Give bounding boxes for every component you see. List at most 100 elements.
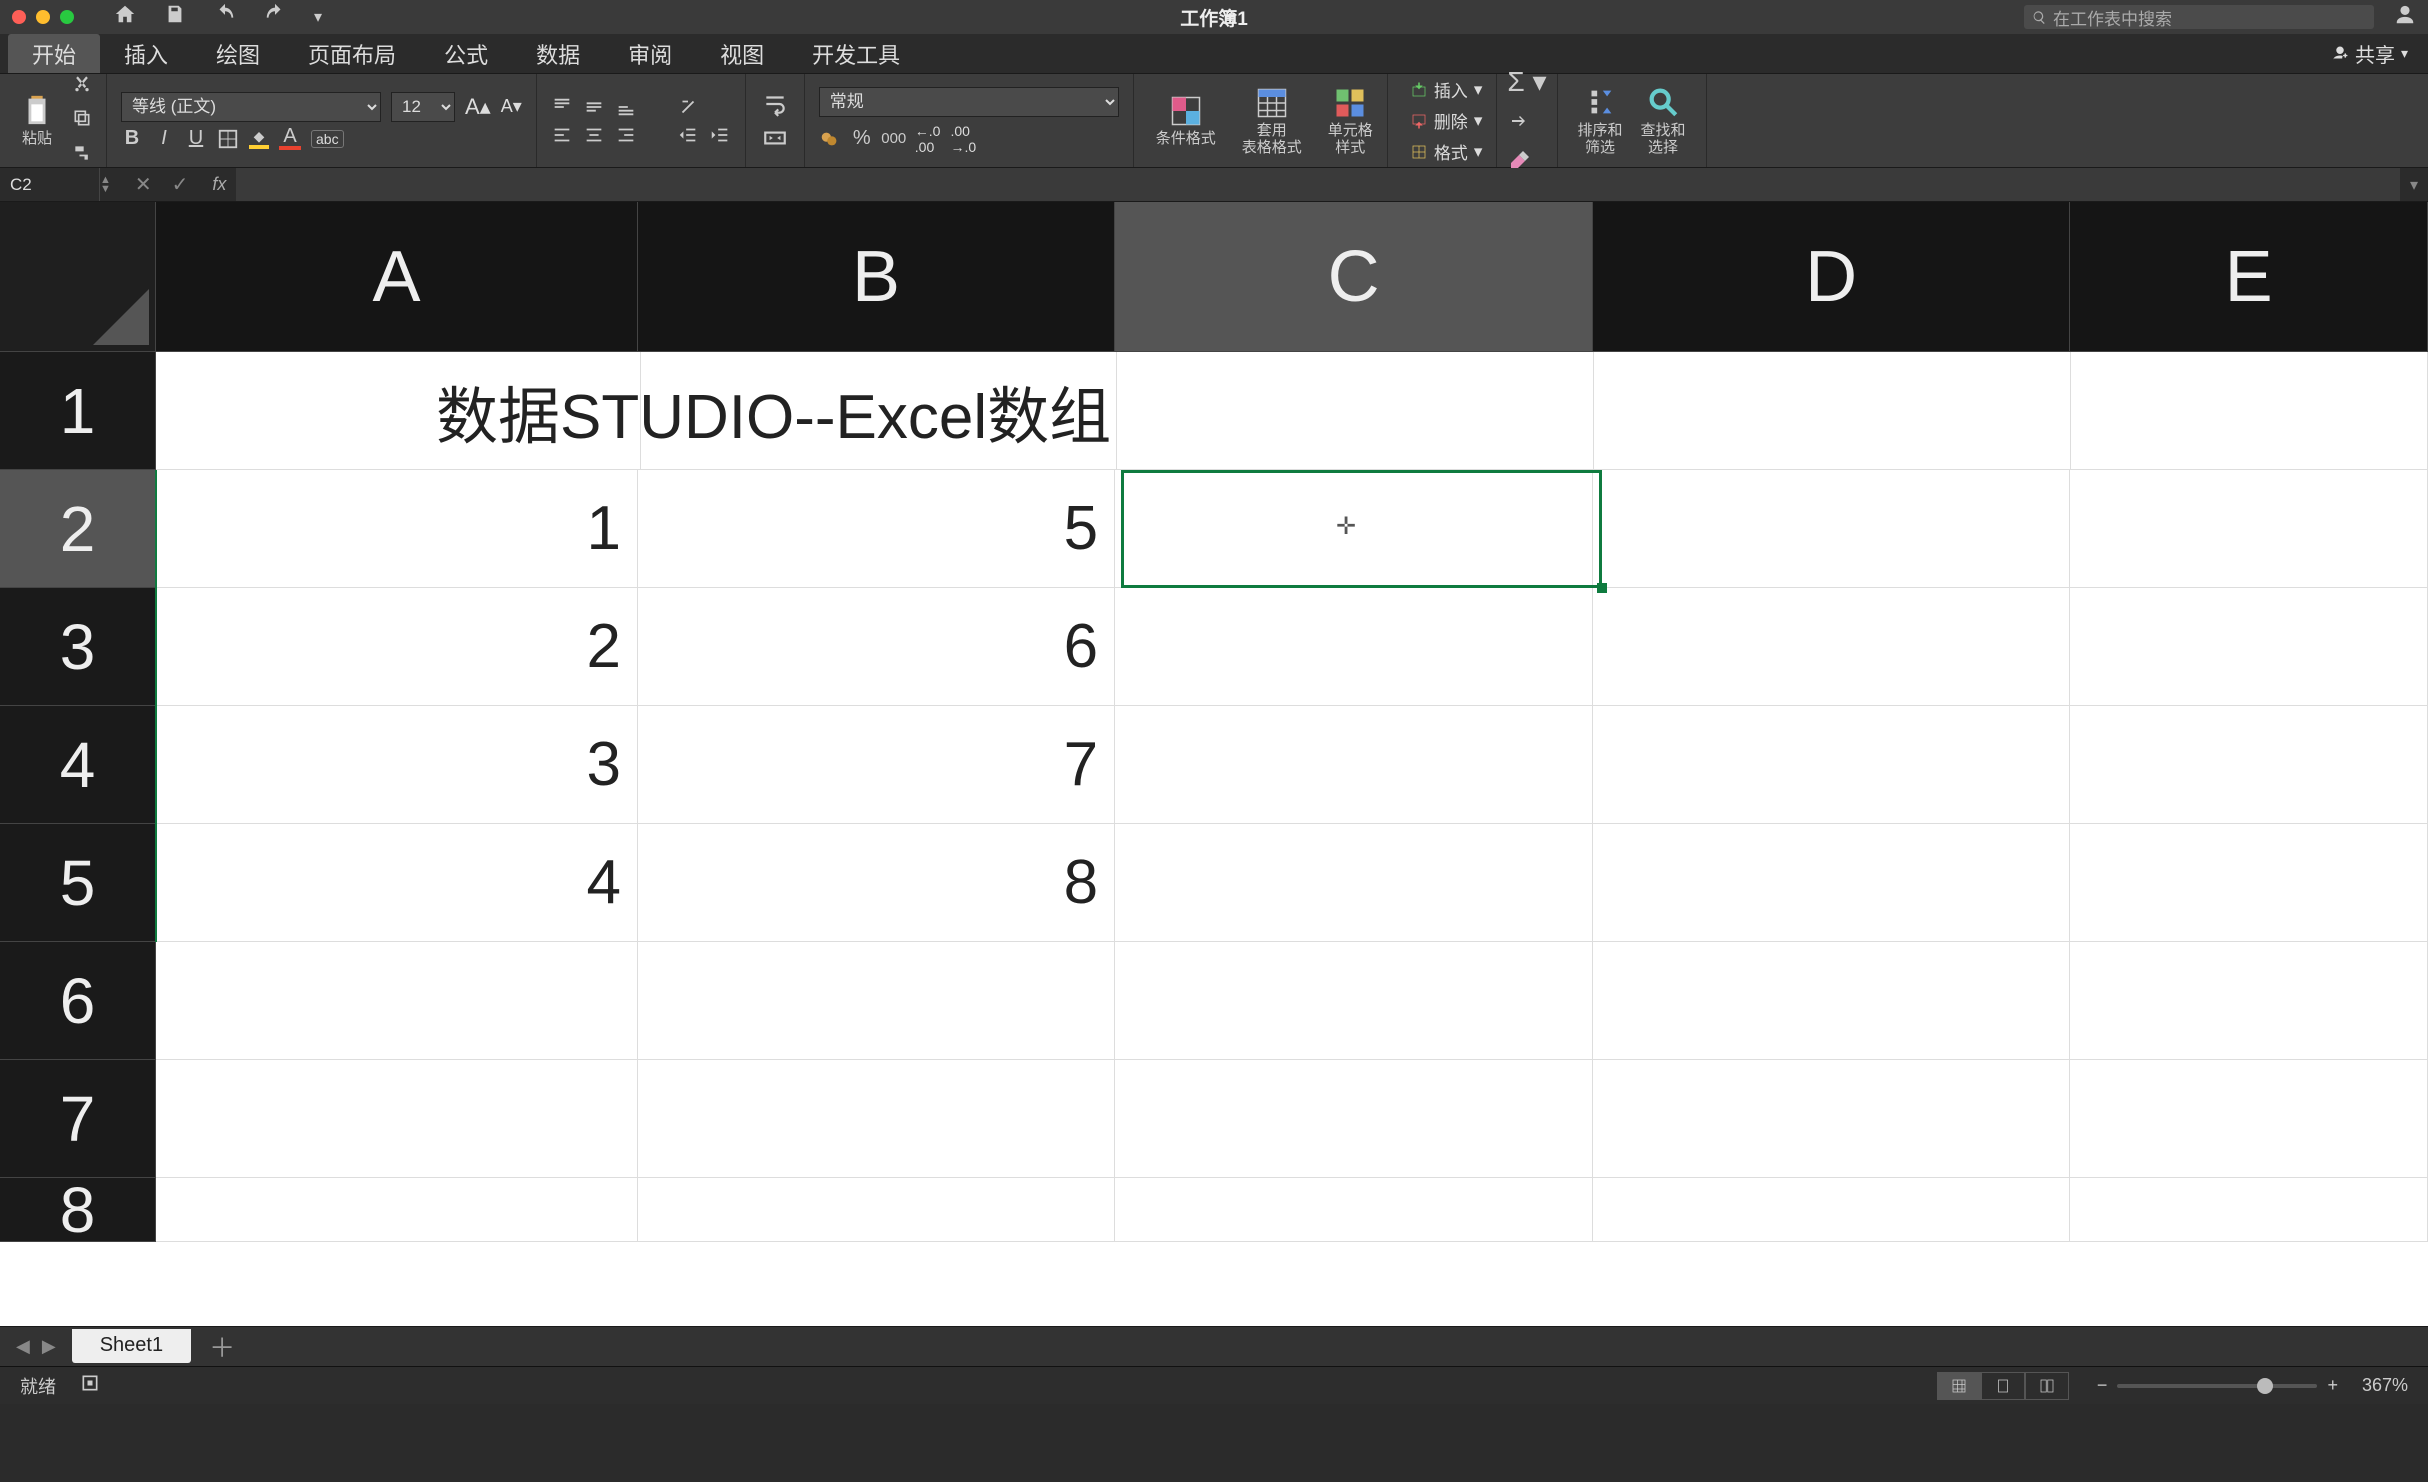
- align-right-icon[interactable]: [615, 124, 637, 146]
- orientation-button[interactable]: [677, 96, 699, 118]
- percent-format-icon[interactable]: %: [851, 128, 873, 150]
- tab-data[interactable]: 数据: [512, 34, 604, 73]
- cell-E6[interactable]: [2070, 942, 2428, 1060]
- cell-C7[interactable]: [1115, 1060, 1593, 1178]
- formula-input[interactable]: [236, 168, 2400, 201]
- row-header-5[interactable]: 5: [0, 824, 156, 942]
- align-center-icon[interactable]: [583, 124, 605, 146]
- increase-indent-icon[interactable]: [709, 124, 731, 146]
- column-header-C[interactable]: C: [1115, 202, 1593, 352]
- row-header-2[interactable]: 2: [0, 470, 156, 588]
- font-name-select[interactable]: 等线 (正文): [121, 92, 381, 122]
- cell-C1[interactable]: [1117, 352, 1594, 470]
- phonetic-guide-button[interactable]: abc: [311, 130, 344, 148]
- row-header-3[interactable]: 3: [0, 588, 156, 706]
- cell-C6[interactable]: [1115, 942, 1593, 1060]
- cut-icon[interactable]: [72, 73, 92, 98]
- cell-D8[interactable]: [1593, 1178, 2070, 1242]
- cell-E3[interactable]: [2070, 588, 2428, 706]
- close-window-button[interactable]: [12, 10, 26, 24]
- wrap-text-button[interactable]: [760, 90, 790, 118]
- cell-B4[interactable]: 7: [638, 706, 1115, 824]
- view-normal-button[interactable]: [1937, 1372, 1981, 1400]
- cell-B2[interactable]: 5: [638, 470, 1115, 588]
- save-icon[interactable]: [164, 3, 186, 31]
- cell-A3[interactable]: 2: [156, 588, 638, 706]
- view-page-layout-button[interactable]: [1981, 1372, 2025, 1400]
- fill-color-button[interactable]: [249, 128, 269, 149]
- paste-button[interactable]: 粘贴: [14, 93, 60, 148]
- align-middle-icon[interactable]: [583, 96, 605, 118]
- add-sheet-button[interactable]: ＋: [191, 1328, 253, 1365]
- cell-E1[interactable]: [2071, 352, 2428, 470]
- qat-dropdown-icon[interactable]: ▾: [314, 7, 322, 27]
- maximize-window-button[interactable]: [60, 10, 74, 24]
- underline-button[interactable]: U: [185, 128, 207, 150]
- tab-draw[interactable]: 绘图: [192, 34, 284, 73]
- cell-C4[interactable]: [1115, 706, 1593, 824]
- cancel-formula-icon[interactable]: ✕: [135, 172, 152, 197]
- format-as-table-button[interactable]: 套用 表格格式: [1242, 85, 1302, 156]
- conditional-formatting-button[interactable]: 条件格式: [1156, 93, 1216, 148]
- cell-B6[interactable]: [638, 942, 1115, 1060]
- fill-handle[interactable]: [1597, 583, 1607, 593]
- autosum-button[interactable]: Σ ▾: [1507, 65, 1546, 98]
- column-header-D[interactable]: D: [1593, 202, 2070, 352]
- column-header-B[interactable]: B: [638, 202, 1115, 352]
- cell-E7[interactable]: [2070, 1060, 2428, 1178]
- account-icon[interactable]: [2394, 4, 2416, 31]
- copy-icon[interactable]: [72, 108, 92, 133]
- cell-D7[interactable]: [1593, 1060, 2070, 1178]
- home-icon[interactable]: [114, 3, 136, 31]
- cell-D3[interactable]: [1593, 588, 2070, 706]
- cell-B8[interactable]: [638, 1178, 1115, 1242]
- cell-B3[interactable]: 6: [638, 588, 1115, 706]
- tab-page-layout[interactable]: 页面布局: [284, 34, 420, 73]
- zoom-slider[interactable]: [2117, 1384, 2317, 1388]
- cell-A8[interactable]: [156, 1178, 638, 1242]
- column-header-A[interactable]: A: [156, 202, 638, 352]
- font-color-button[interactable]: A: [279, 128, 301, 150]
- cell-D4[interactable]: [1593, 706, 2070, 824]
- sheet-nav-next-icon[interactable]: ▶: [42, 1336, 56, 1357]
- format-cells-button[interactable]: 格式 ▾: [1410, 139, 1483, 164]
- tab-view[interactable]: 视图: [696, 34, 788, 73]
- cell-E2[interactable]: [2070, 470, 2428, 588]
- cell-B7[interactable]: [638, 1060, 1115, 1178]
- italic-button[interactable]: I: [153, 128, 175, 150]
- tab-home[interactable]: 开始: [8, 34, 100, 73]
- cell-A7[interactable]: [156, 1060, 638, 1178]
- decrease-font-icon[interactable]: A▾: [501, 96, 522, 117]
- fx-icon[interactable]: fx: [212, 174, 226, 195]
- row-header-1[interactable]: 1: [0, 352, 156, 470]
- sheet-search-input[interactable]: 在工作表中搜索: [2024, 5, 2374, 29]
- cell-D6[interactable]: [1593, 942, 2070, 1060]
- decrease-decimal-icon[interactable]: .00→.0: [950, 123, 976, 155]
- minimize-window-button[interactable]: [36, 10, 50, 24]
- cell-D2[interactable]: [1593, 470, 2070, 588]
- align-bottom-icon[interactable]: [615, 96, 637, 118]
- name-box-dropdown-icon[interactable]: ▲▼: [100, 176, 111, 194]
- cell-E5[interactable]: [2070, 824, 2428, 942]
- fill-button[interactable]: [1507, 108, 1546, 137]
- row-header-6[interactable]: 6: [0, 942, 156, 1060]
- cell-E4[interactable]: [2070, 706, 2428, 824]
- worksheet-grid[interactable]: A B C D E 1 2 3 4 5 6 7 8 数据STUDIO--Exce…: [0, 202, 2428, 1326]
- zoom-percentage[interactable]: 367%: [2362, 1375, 2408, 1396]
- insert-cells-button[interactable]: 插入 ▾: [1410, 77, 1483, 102]
- align-top-icon[interactable]: [551, 96, 573, 118]
- cell-A6[interactable]: [156, 942, 638, 1060]
- cell-C3[interactable]: [1115, 588, 1593, 706]
- cell-E8[interactable]: [2070, 1178, 2428, 1242]
- comma-format-icon[interactable]: 000: [883, 128, 905, 150]
- cells-area[interactable]: 数据STUDIO--Excel数组 1 5 2 6 3 7: [156, 352, 2428, 1326]
- decrease-indent-icon[interactable]: [677, 124, 699, 146]
- row-header-4[interactable]: 4: [0, 706, 156, 824]
- find-select-button[interactable]: 查找和 选择: [1635, 85, 1692, 156]
- undo-icon[interactable]: [214, 3, 236, 31]
- number-format-select[interactable]: 常规: [819, 87, 1119, 117]
- increase-font-icon[interactable]: A▴: [465, 94, 491, 120]
- tab-insert[interactable]: 插入: [100, 34, 192, 73]
- cell-A2[interactable]: 1: [156, 470, 638, 588]
- increase-decimal-icon[interactable]: ←.0.00: [915, 123, 941, 155]
